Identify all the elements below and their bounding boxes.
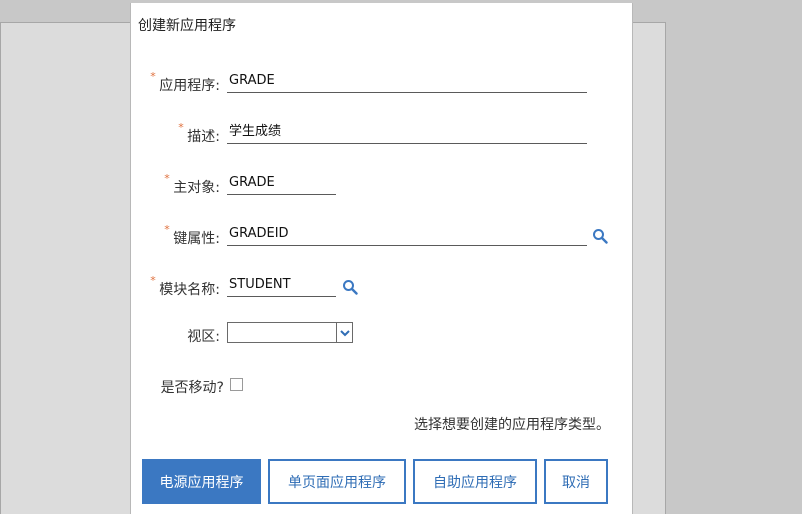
dialog-title: 创建新应用程序: [138, 18, 236, 34]
application-type-hint: 选择想要创建的应用程序类型。: [414, 417, 610, 433]
field-row-application: * 应用程序: GRADE: [131, 71, 634, 95]
view-area-select[interactable]: [227, 322, 353, 343]
required-marker: *: [150, 274, 156, 287]
view-area-label: 视区:: [187, 329, 220, 345]
is-mobile-checkbox[interactable]: [230, 378, 243, 391]
required-marker: *: [164, 223, 170, 236]
field-row-main-object: * 主对象: GRADE: [131, 173, 634, 197]
main-object-label: * 主对象:: [164, 172, 220, 197]
required-marker: *: [164, 172, 170, 185]
description-input[interactable]: 学生成绩: [227, 122, 587, 144]
module-name-label: * 模块名称:: [150, 274, 220, 299]
chevron-down-icon[interactable]: [336, 323, 352, 342]
application-label: * 应用程序:: [150, 70, 220, 95]
self-service-app-button[interactable]: 自助应用程序: [413, 459, 537, 504]
field-row-is-mobile: 是否移动?: [131, 373, 634, 397]
key-attribute-input[interactable]: GRADEID: [227, 224, 587, 246]
power-app-button[interactable]: 电源应用程序: [142, 459, 261, 504]
required-marker: *: [178, 121, 184, 134]
module-name-input[interactable]: STUDENT: [227, 275, 336, 297]
main-object-input[interactable]: GRADE: [227, 173, 336, 195]
field-row-view-area: 视区:: [131, 322, 634, 346]
cancel-button[interactable]: 取消: [544, 459, 608, 504]
application-input[interactable]: GRADE: [227, 71, 587, 93]
field-row-module-name: * 模块名称: STUDENT: [131, 275, 634, 299]
field-row-description: * 描述: 学生成绩: [131, 122, 634, 146]
required-marker: *: [150, 70, 156, 83]
create-application-dialog: 创建新应用程序 * 应用程序: GRADE * 描述: 学生成绩 * 主对象: …: [130, 3, 633, 514]
description-label: * 描述:: [178, 121, 220, 146]
search-icon[interactable]: [342, 279, 358, 295]
field-row-key-attribute: * 键属性: GRADEID: [131, 224, 634, 248]
is-mobile-label: 是否移动?: [160, 380, 224, 396]
single-page-app-button[interactable]: 单页面应用程序: [268, 459, 406, 504]
key-attribute-label: * 键属性:: [164, 223, 220, 248]
search-icon[interactable]: [592, 228, 608, 244]
